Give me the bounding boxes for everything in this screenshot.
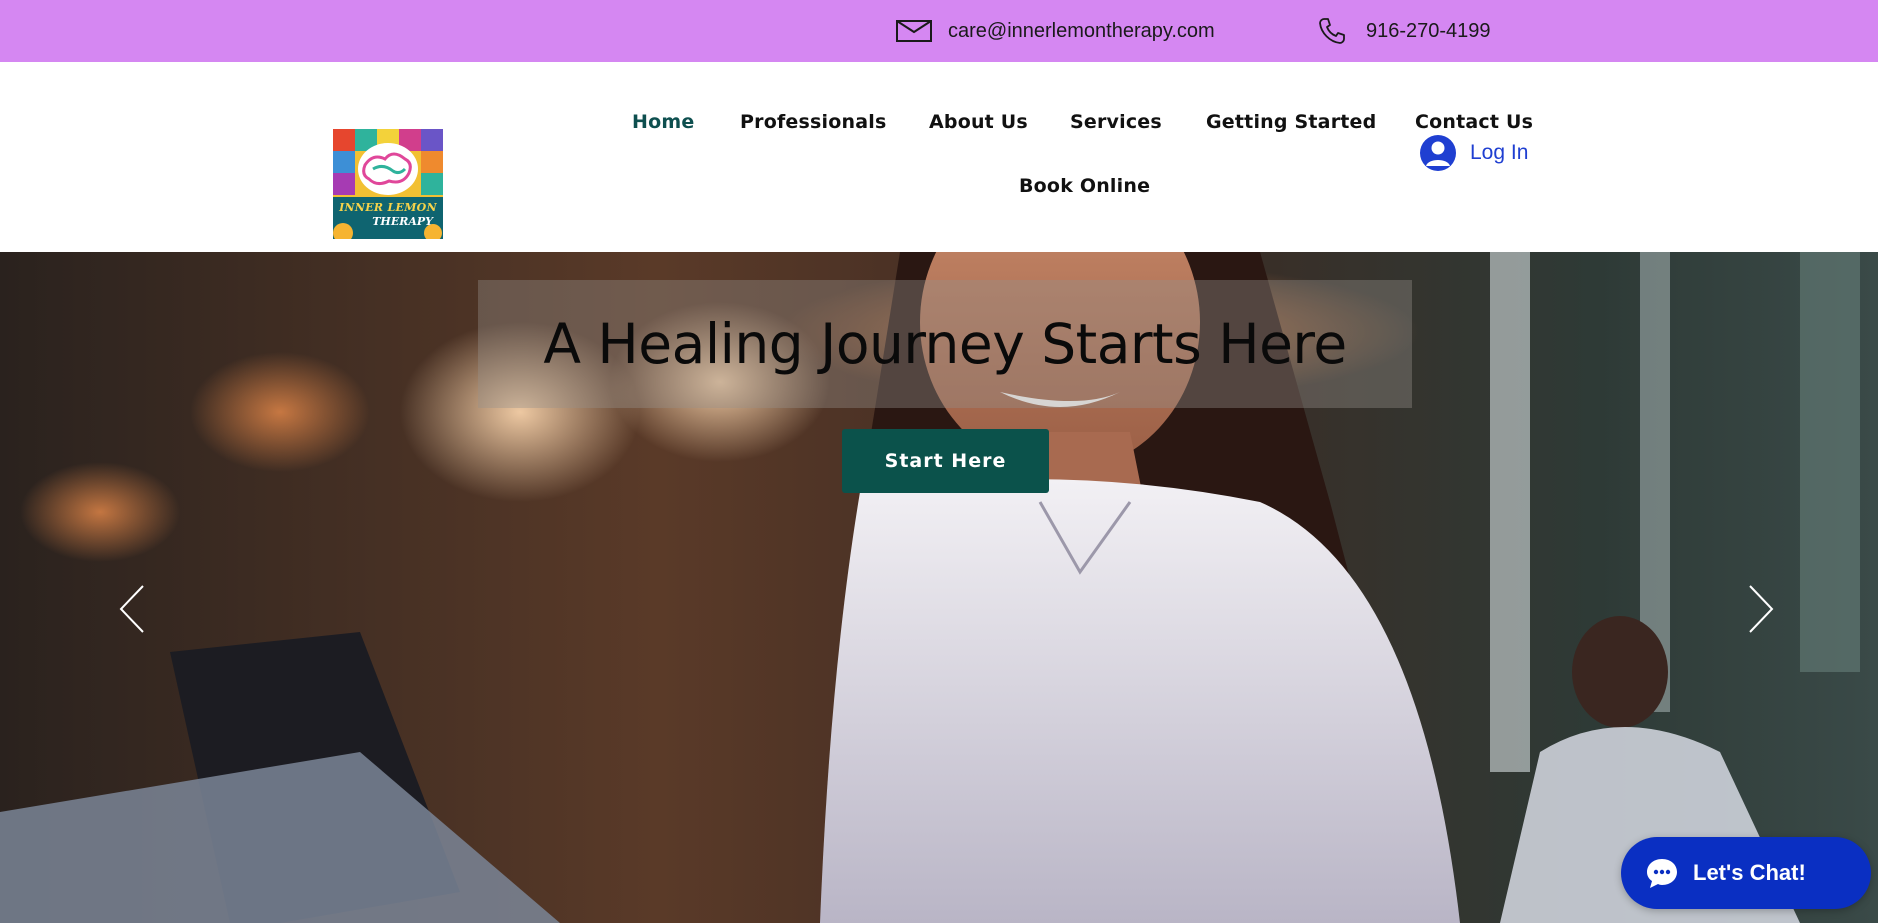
contact-bar: care@innerlemontherapy.com 916-270-4199 [0,0,1878,62]
email-text: care@innerlemontherapy.com [948,19,1215,42]
chat-bubble-icon [1645,856,1679,890]
chevron-right-icon[interactable] [1740,582,1780,636]
email-link[interactable]: care@innerlemontherapy.com [896,0,1215,62]
nav-services[interactable]: Services [1070,111,1162,133]
envelope-icon [896,17,932,45]
chat-label: Let's Chat! [1693,860,1806,885]
phone-link[interactable]: 916-270-4199 [1314,0,1491,62]
nav-getting-started[interactable]: Getting Started [1206,111,1376,133]
nav-about-us[interactable]: About Us [929,111,1028,133]
phone-text: 916-270-4199 [1366,19,1491,42]
headline-banner: A Healing Journey Starts Here [478,280,1412,408]
login-button[interactable]: Log In [1420,135,1528,171]
main-nav: Home Professionals About Us Services Get… [0,62,1878,252]
chevron-left-icon[interactable] [113,582,153,636]
hero-slideshow: A Healing Journey Starts Here Start Here [0,252,1878,923]
user-avatar-icon [1420,135,1456,171]
phone-icon [1314,17,1350,45]
nav-contact-us[interactable]: Contact Us [1415,111,1533,133]
nav-professionals[interactable]: Professionals [740,111,886,133]
chat-widget-button[interactable]: Let's Chat! [1621,837,1871,909]
nav-book-online[interactable]: Book Online [1019,175,1150,197]
hero-headline: A Healing Journey Starts Here [543,312,1347,376]
login-label: Log In [1470,141,1529,164]
nav-home[interactable]: Home [632,111,694,133]
site-header: INNER LEMON THERAPY Home Professionals A… [0,62,1878,252]
start-here-button[interactable]: Start Here [842,429,1049,493]
